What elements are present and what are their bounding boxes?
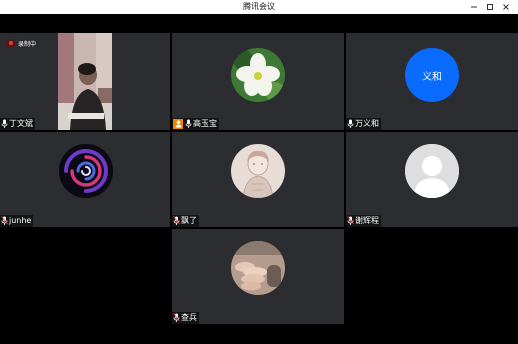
recording-label: 录制中 — [18, 40, 37, 48]
video-feed — [58, 33, 112, 130]
host-icon — [173, 119, 183, 129]
mic-muted-icon — [173, 216, 180, 225]
participant-name-tag: 查兵 — [172, 312, 199, 324]
participant-name-tag: 丁文斌 — [0, 118, 35, 130]
top-black-strip — [0, 14, 518, 33]
initials-avatar: 义和 — [405, 48, 459, 102]
recording-indicator: 录制中 — [6, 37, 36, 49]
participant-tile-ding-wenbin[interactable]: 录制中 丁文斌 — [0, 33, 170, 130]
participant-name-tag: 万义和 — [346, 118, 381, 130]
close-icon[interactable] — [498, 0, 514, 14]
maximize-icon[interactable] — [482, 0, 498, 14]
default-person-avatar — [405, 144, 459, 198]
mic-icon — [1, 119, 8, 128]
participant-tile-piao-le[interactable]: 飘了 — [172, 132, 344, 227]
participant-name: 谢辉程 — [355, 216, 379, 225]
white-flower-avatar — [231, 48, 285, 102]
participant-name: 丁文斌 — [9, 119, 33, 128]
participant-tile-wan-yihe[interactable]: 义和 万义和 — [346, 33, 518, 130]
mic-muted-icon — [173, 313, 180, 322]
mic-icon — [185, 119, 192, 128]
title-bar: 腾讯会议 — [0, 0, 518, 14]
mic-icon — [347, 119, 354, 128]
participant-tile-gao-yubao[interactable]: 高玉宝 — [172, 33, 344, 130]
minimize-icon[interactable] — [466, 0, 482, 14]
participant-name: 万义和 — [355, 119, 379, 128]
sketch-portrait-avatar — [231, 144, 285, 198]
participant-name-tag: 谢辉程 — [346, 215, 381, 227]
mic-muted-icon — [347, 216, 354, 225]
mic-muted-icon — [1, 216, 8, 225]
participant-name-tag: 高玉宝 — [172, 118, 219, 130]
participant-name-tag: junhe — [0, 215, 34, 227]
participant-tile-cha-bing[interactable]: 查兵 — [172, 229, 344, 324]
participant-grid: 录制中 丁文斌 高玉宝 义和 万义和 junhe 飘了 谢辉程 查兵 — [0, 33, 518, 344]
avatar-initials: 义和 — [422, 71, 442, 83]
window-title: 腾讯会议 — [243, 2, 275, 11]
participant-tile-xie-huicheng[interactable]: 谢辉程 — [346, 132, 518, 227]
record-icon — [6, 38, 15, 48]
purple-swirl-avatar — [59, 144, 113, 198]
participant-name: 高玉宝 — [193, 119, 217, 128]
participant-name: junhe — [9, 216, 32, 225]
participant-name: 飘了 — [181, 216, 197, 225]
hand-photo-avatar — [231, 241, 285, 295]
window-controls — [466, 0, 514, 14]
participant-tile-junhe[interactable]: junhe — [0, 132, 170, 227]
participant-name: 查兵 — [181, 313, 197, 322]
participant-name-tag: 飘了 — [172, 215, 199, 227]
